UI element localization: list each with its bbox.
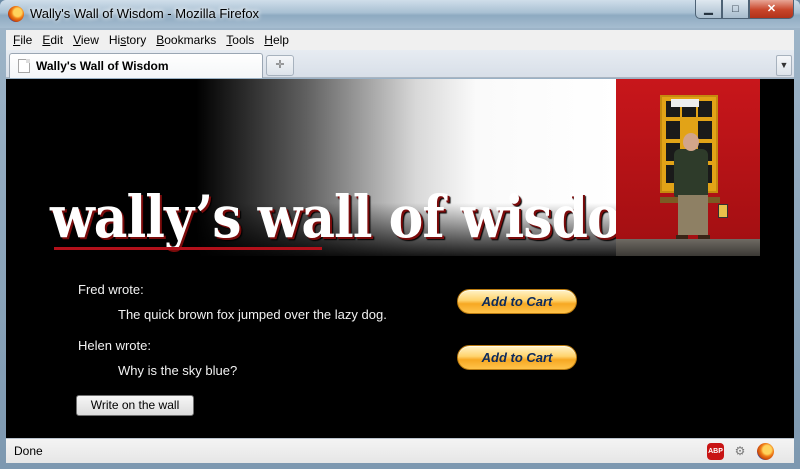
- adblock-icon[interactable]: ABP: [707, 443, 724, 460]
- menu-file-label: ile: [20, 33, 33, 47]
- extension-icon[interactable]: ⚙: [732, 444, 748, 458]
- photo-person-body: [674, 149, 708, 197]
- menu-edit-label: dit: [50, 33, 64, 47]
- menu-bookmarks-label: ookmarks: [164, 33, 217, 47]
- menu-tools-label: ools: [232, 33, 255, 47]
- post-author: Helen wrote:: [78, 338, 151, 353]
- post-message: The quick brown fox jumped over the lazy…: [118, 307, 387, 322]
- title-bar[interactable]: Wally's Wall of Wisdom - Mozilla Firefox…: [0, 0, 800, 28]
- firefox-icon: [8, 6, 24, 22]
- window-title: Wally's Wall of Wisdom - Mozilla Firefox: [30, 6, 260, 21]
- page-icon: [18, 59, 30, 73]
- photo-person-legs: [678, 195, 708, 235]
- menu-help[interactable]: Help: [259, 30, 294, 50]
- menu-edit[interactable]: Edit: [37, 30, 68, 50]
- plus-icon: ✛: [275, 59, 285, 71]
- post-message: Why is the sky blue?: [118, 363, 238, 378]
- window-controls: ▁ □ ✕: [695, 0, 794, 20]
- menu-bookmarks[interactable]: Bookmarks: [151, 30, 221, 50]
- tab-wallys-wall[interactable]: Wally's Wall of Wisdom: [9, 53, 263, 78]
- menu-view-accel: V: [73, 33, 81, 47]
- menu-help-label: elp: [272, 33, 289, 47]
- menu-history-pre: Hi: [108, 33, 121, 47]
- firefox-status-icon[interactable]: [757, 443, 774, 460]
- chevron-down-icon: ▼: [779, 60, 789, 70]
- menu-view[interactable]: View: [68, 30, 104, 50]
- new-tab-button[interactable]: ✛: [266, 55, 294, 76]
- tab-bar: Wally's Wall of Wisdom ✛ ▼: [6, 50, 794, 78]
- list-all-tabs-button[interactable]: ▼: [776, 55, 792, 76]
- status-text: Done: [14, 444, 43, 458]
- wally-photo: [616, 79, 760, 256]
- add-to-cart-button[interactable]: Add to Cart: [457, 345, 577, 370]
- photo-ground: [616, 239, 760, 256]
- close-button[interactable]: ✕: [749, 0, 794, 19]
- menu-file[interactable]: File: [8, 30, 37, 50]
- post-author: Fred wrote:: [78, 282, 144, 297]
- browser-window: Wally's Wall of Wisdom - Mozilla Firefox…: [0, 0, 800, 469]
- menu-history-post: tory: [126, 33, 147, 47]
- photo-person-head: [683, 133, 699, 151]
- menu-bar: File Edit View History Bookmarks Tools H…: [6, 30, 794, 50]
- menu-view-label: iew: [80, 33, 99, 47]
- banner-title: wally’s wall of wisdom: [50, 183, 676, 252]
- photo-pane: [698, 121, 712, 139]
- photo-sign: [671, 99, 699, 107]
- maximize-button[interactable]: □: [722, 0, 749, 19]
- add-to-cart-button[interactable]: Add to Cart: [457, 289, 577, 314]
- menu-history[interactable]: History: [104, 30, 151, 50]
- page-content: wally’s wall of wisdom Fred wrote: The q…: [6, 79, 794, 438]
- tab-label: Wally's Wall of Wisdom: [36, 59, 169, 73]
- status-bar: Done ABP ⚙: [6, 438, 794, 463]
- photo-pane: [698, 101, 712, 117]
- photo-pane: [666, 121, 680, 139]
- title-underline: [54, 247, 322, 250]
- menu-help-accel: H: [264, 33, 273, 47]
- menu-tools[interactable]: Tools: [221, 30, 259, 50]
- photo-door-sign: [718, 204, 728, 218]
- minimize-button[interactable]: ▁: [695, 0, 722, 19]
- write-on-wall-button[interactable]: Write on the wall: [76, 395, 194, 416]
